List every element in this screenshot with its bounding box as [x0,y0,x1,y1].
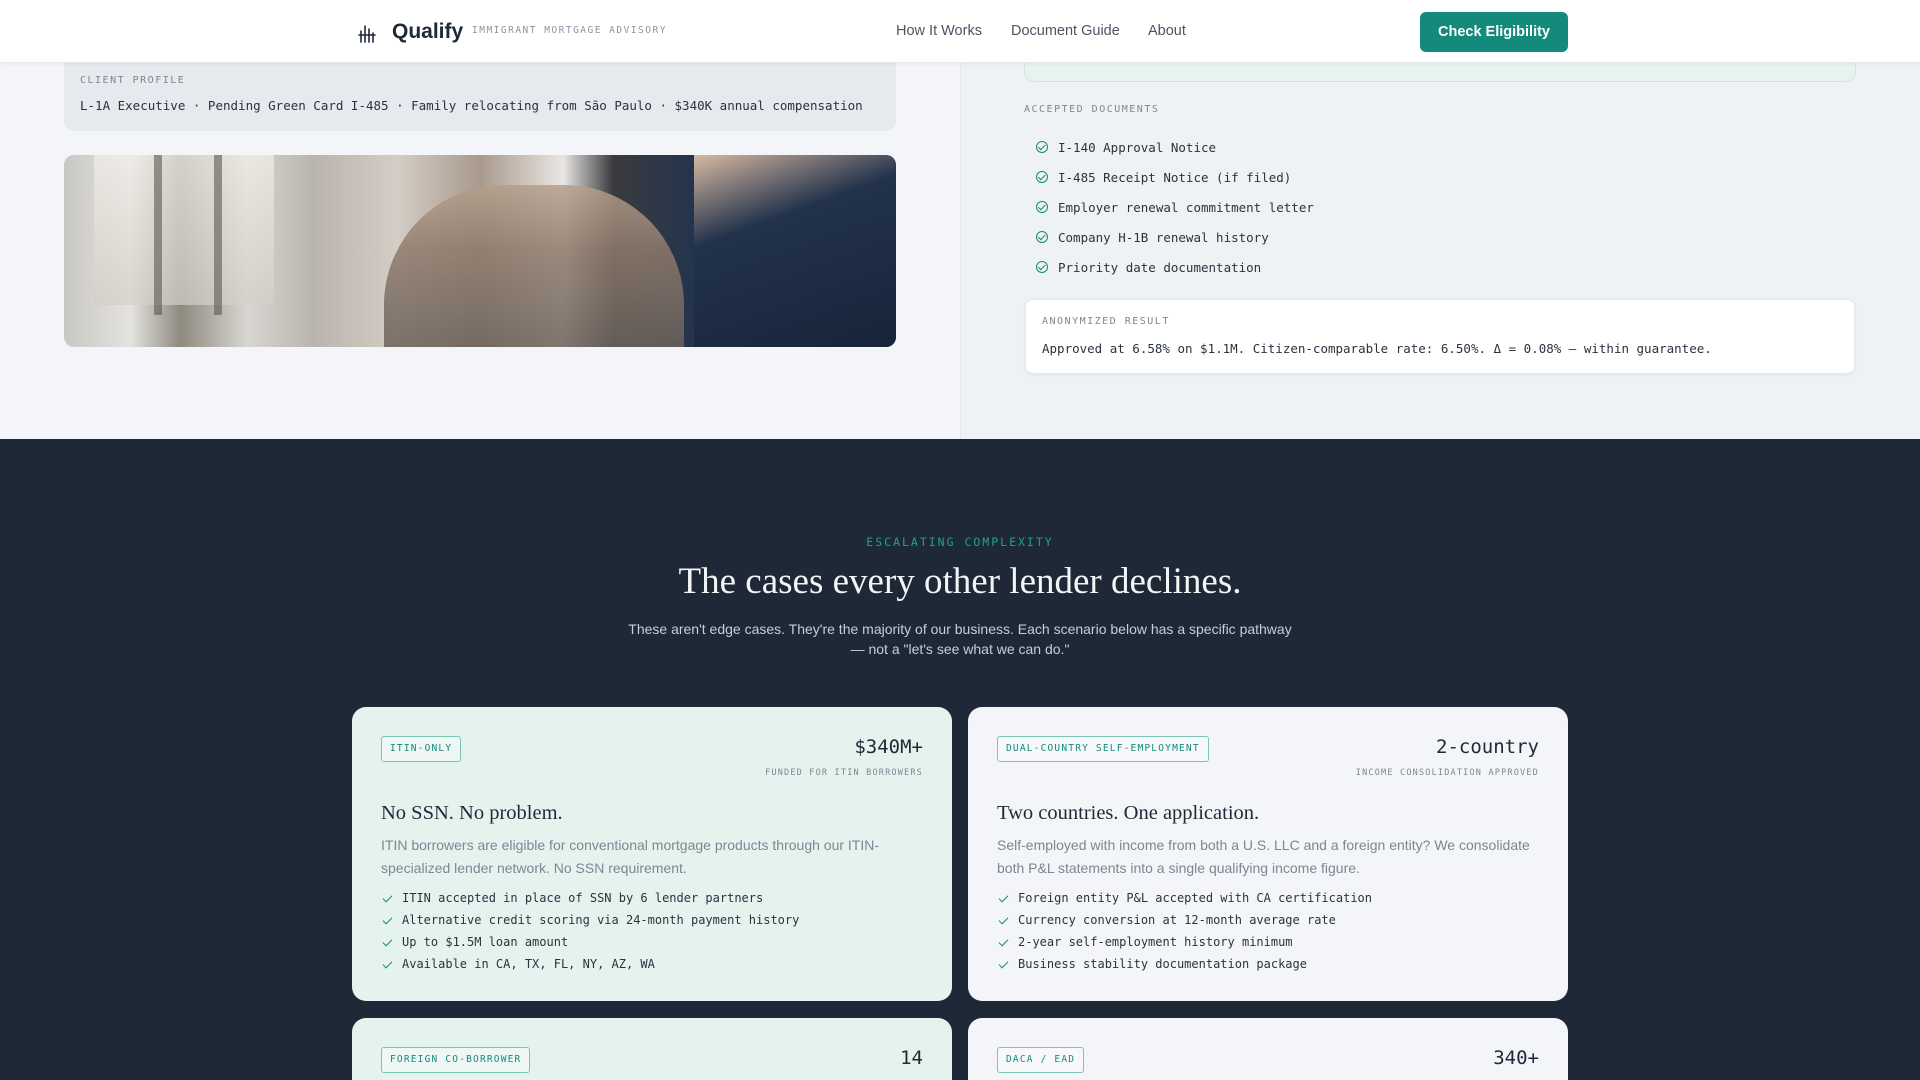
document-label: Employer renewal commitment letter [1058,199,1314,215]
case-title: Two countries. One application. [997,802,1260,824]
case-title: No SSN. No problem. [381,802,563,824]
case-stat: 14 [900,1047,923,1069]
case-tag: DACA / EAD [997,1047,1085,1073]
case-point: Up to $1.5M loan amount [381,931,799,953]
document-item: Company H-1B renewal history [1036,222,1314,252]
case-card-foreign-co-borrower[interactable]: FOREIGN CO-BORROWER 14 [352,1018,952,1080]
case-point: ITIN accepted in place of SSN by 6 lende… [381,887,799,909]
check-icon [381,936,394,949]
case-point-text: ITIN accepted in place of SSN by 6 lende… [402,891,764,905]
case-description: ITIN borrowers are eligible for conventi… [381,837,880,876]
case-point-text: Currency conversion at 12-month average … [1018,913,1336,927]
case-point-text: 2-year self-employment history minimum [1018,935,1293,949]
case-stat-caption: FUNDED FOR ITIN BORROWERS [765,768,923,778]
check-icon [997,914,1010,927]
case-tag: ITIN-ONLY [381,736,462,762]
section-intro: These aren't edge cases. They're the maj… [628,621,1292,657]
anonymized-result-card: ANONYMIZED RESULT Approved at 6.58% on $… [1025,299,1855,374]
check-icon [997,958,1010,971]
logo-icon [358,25,376,43]
nav-document-guide[interactable]: Document Guide [1011,23,1120,39]
case-description: Self-employed with income from both a U.… [997,837,1530,876]
case-card-itin[interactable]: ITIN-ONLY $340M+ FUNDED FOR ITIN BORROWE… [352,707,952,1001]
person-silhouette [694,155,896,347]
case-stat: 340+ [1493,1047,1539,1069]
section-headline: The cases every other lender declines. [678,561,1242,602]
window-frame [214,155,222,315]
case-tag: DUAL-COUNTRY SELF-EMPLOYMENT [997,736,1209,762]
case-point: Alternative credit scoring via 24-month … [381,909,799,931]
result-label: ANONYMIZED RESULT [1042,316,1170,327]
check-icon [997,936,1010,949]
client-profile-label: CLIENT PROFILE [80,75,186,86]
window-shape [94,155,274,305]
check-icon [381,892,394,905]
consultation-photo [64,155,896,347]
result-text: Approved at 6.58% on $1.1M. Citizen-comp… [1042,341,1712,356]
check-circle-icon [1036,201,1048,213]
document-item: Employer renewal commitment letter [1036,192,1314,222]
client-profile-text: L-1A Executive · Pending Green Card I-48… [80,98,863,113]
check-circle-icon [1036,141,1048,153]
document-item: I-485 Receipt Notice (if filed) [1036,162,1314,192]
nav-about[interactable]: About [1148,23,1186,39]
accepted-documents-label: ACCEPTED DOCUMENTS [1024,104,1160,115]
document-item: Priority date documentation [1036,252,1314,282]
case-point: Currency conversion at 12-month average … [997,909,1372,931]
case-stat-caption: INCOME CONSOLIDATION APPROVED [1355,768,1539,778]
case-point-text: Available in CA, TX, FL, NY, AZ, WA [402,957,655,971]
document-label: Company H-1B renewal history [1058,229,1269,245]
case-tag: FOREIGN CO-BORROWER [381,1047,531,1073]
case-point-text: Up to $1.5M loan amount [402,935,569,949]
check-icon [381,914,394,927]
check-circle-icon [1036,171,1048,183]
case-points: Foreign entity P&L accepted with CA cert… [997,887,1372,975]
case-point: Available in CA, TX, FL, NY, AZ, WA [381,953,799,975]
case-point: Foreign entity P&L accepted with CA cert… [997,887,1372,909]
check-circle-icon [1036,261,1048,273]
document-label: Priority date documentation [1058,259,1262,275]
case-card-dual-country[interactable]: DUAL-COUNTRY SELF-EMPLOYMENT 2-country I… [968,707,1568,1001]
document-label: I-140 Approval Notice [1058,139,1217,155]
case-point-text: Alternative credit scoring via 24-month … [402,913,800,927]
check-icon [997,892,1010,905]
case-point: 2-year self-employment history minimum [997,931,1372,953]
case-point: Business stability documentation package [997,953,1372,975]
case-point-text: Business stability documentation package [1018,957,1307,971]
window-frame [154,155,162,315]
document-item: I-140 Approval Notice [1036,132,1314,162]
check-eligibility-button[interactable]: Check Eligibility [1420,12,1568,52]
case-points: ITIN accepted in place of SSN by 6 lende… [381,887,799,975]
document-label: I-485 Receipt Notice (if filed) [1058,169,1292,185]
brand-tagline: IMMIGRANT MORTGAGE ADVISORY [472,25,667,36]
check-circle-icon [1036,231,1048,243]
site-header: Qualify IMMIGRANT MORTGAGE ADVISORY How … [0,0,1920,63]
case-card-daca-ead[interactable]: DACA / EAD 340+ [968,1018,1568,1080]
section-eyebrow: ESCALATING COMPLEXITY [866,535,1054,549]
check-icon [381,958,394,971]
case-point-text: Foreign entity P&L accepted with CA cert… [1018,891,1373,905]
nav-how-it-works[interactable]: How It Works [896,23,982,39]
case-stat: 2-country [1436,736,1539,758]
case-stat: $340M+ [854,736,923,758]
person-silhouette [384,185,684,347]
accepted-documents-list: I-140 Approval Notice I-485 Receipt Noti… [1036,132,1314,282]
case-study-section: CLIENT PROFILE L-1A Executive · Pending … [0,0,1920,439]
brand-name[interactable]: Qualify [392,20,463,44]
